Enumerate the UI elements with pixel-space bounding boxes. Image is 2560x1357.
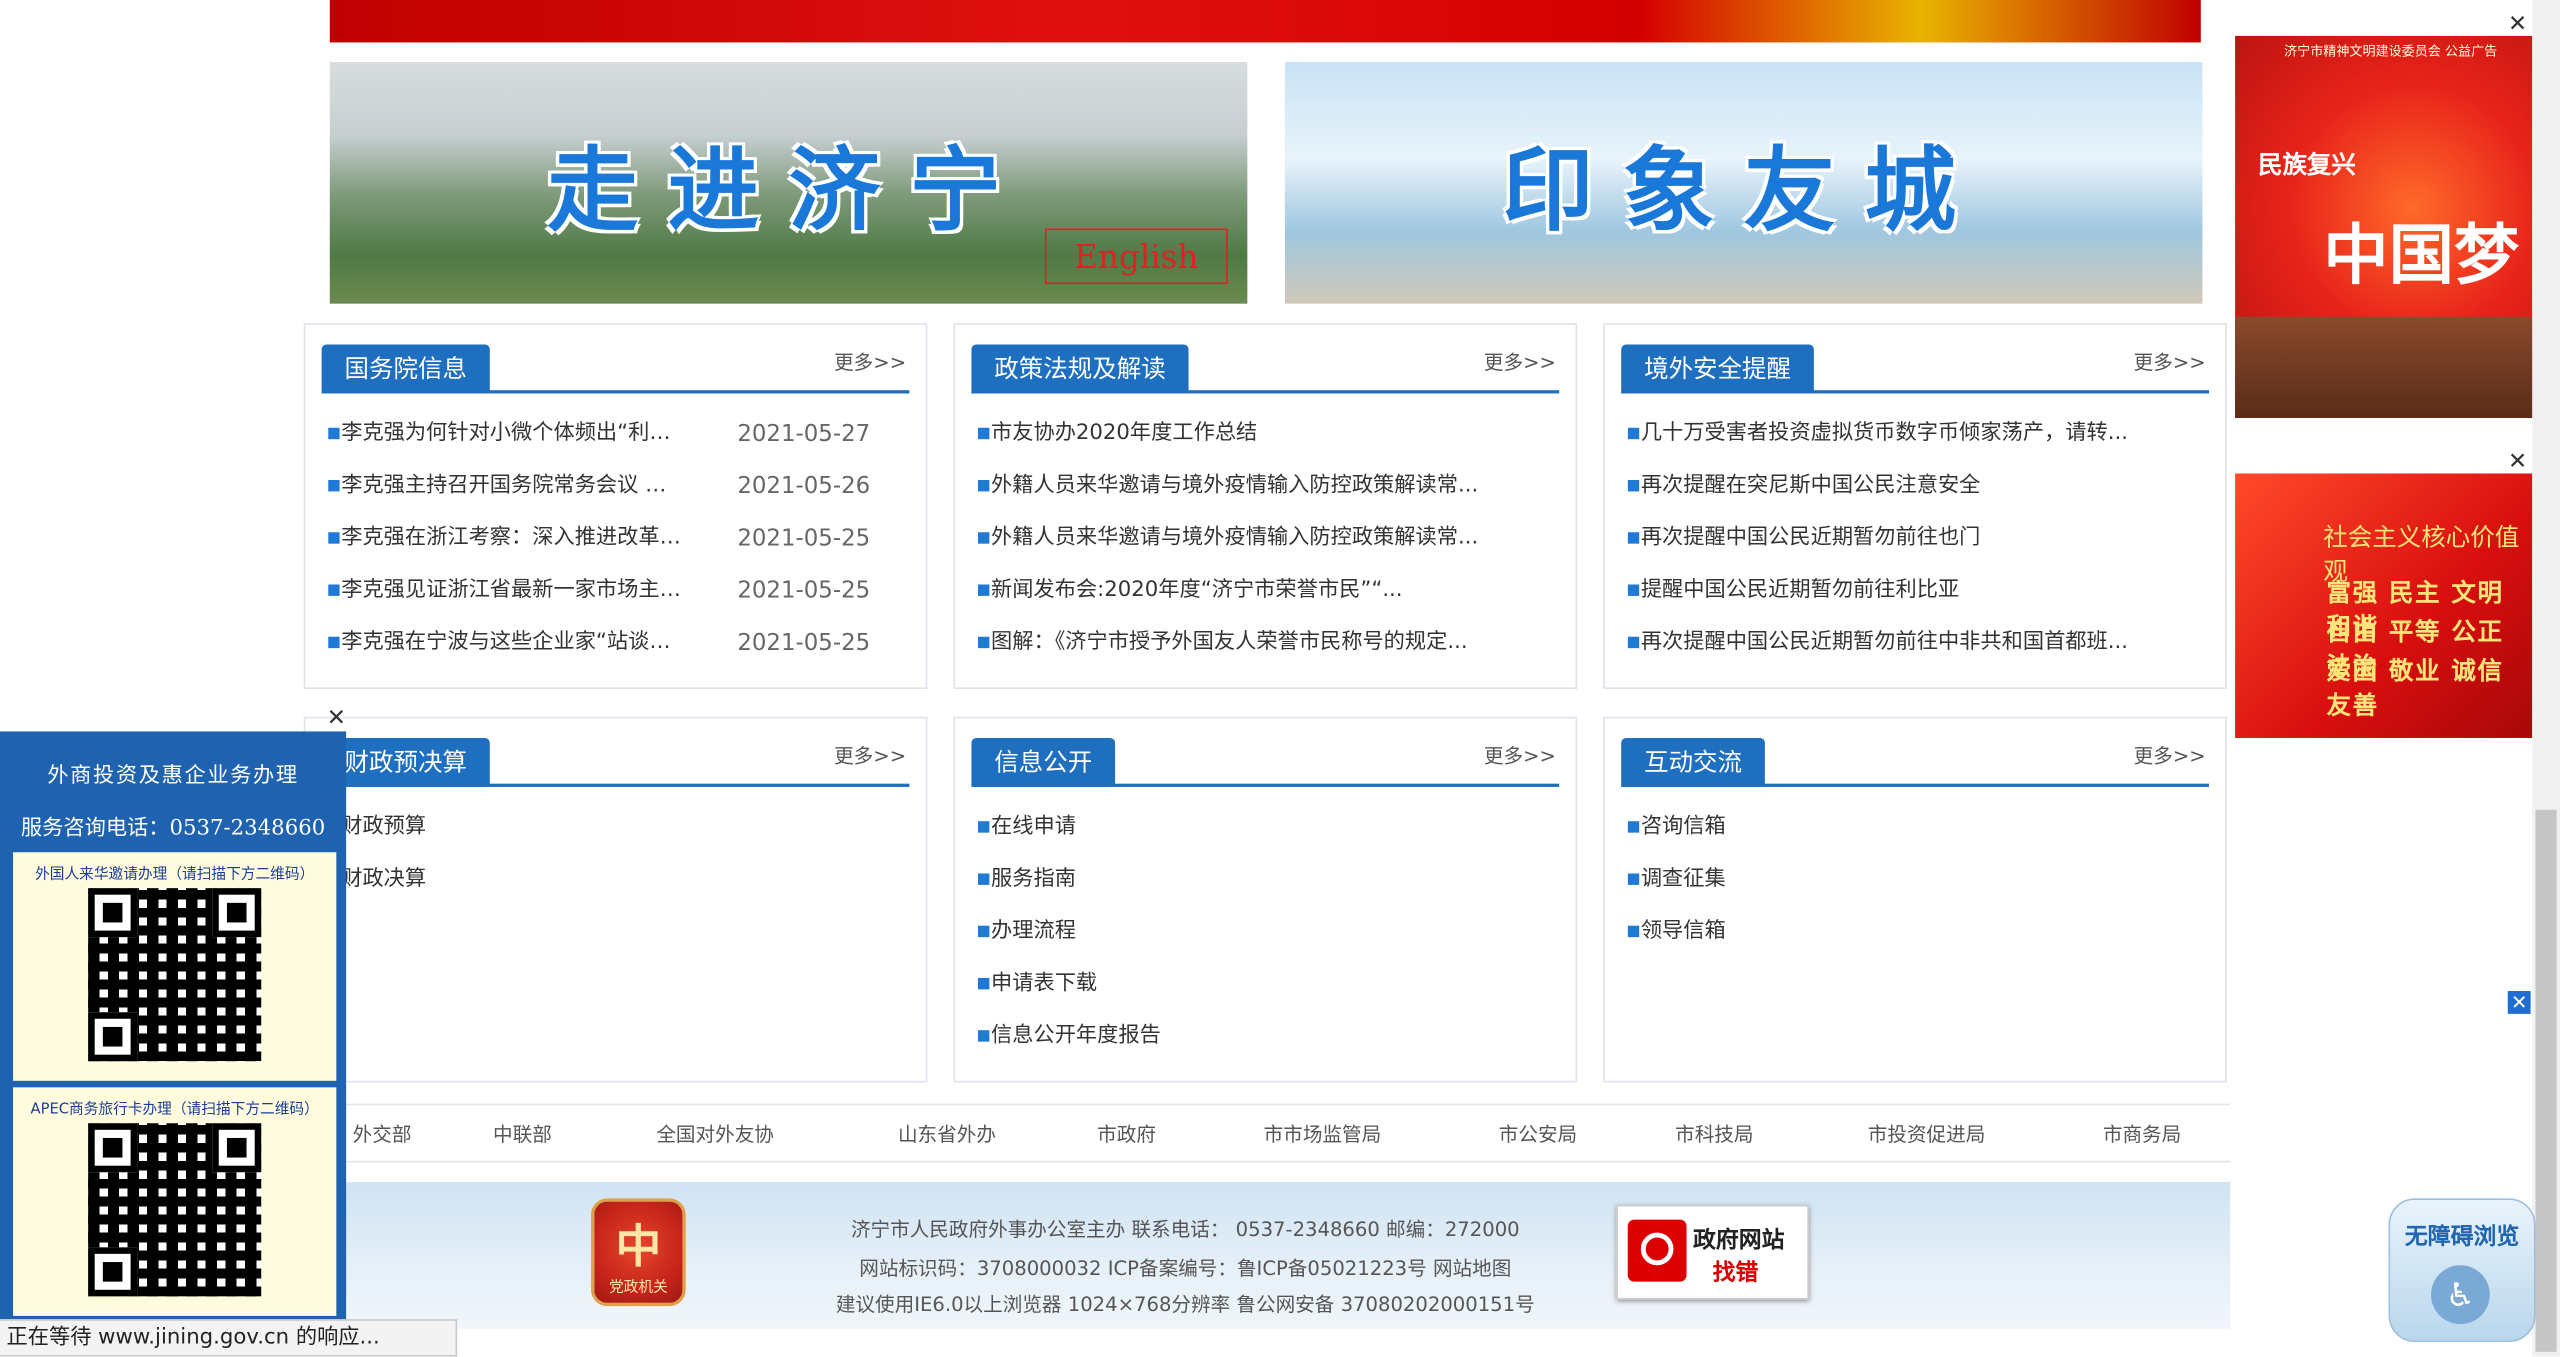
list-item[interactable]: 财政决算 bbox=[328, 862, 909, 914]
browser-status-bar: 正在等待 www.jining.gov.cn 的响应... bbox=[0, 1319, 458, 1357]
item-date: 2021-05-25 bbox=[737, 525, 871, 552]
double-chevron-icon: >> bbox=[873, 351, 907, 374]
footer: 中党政机关 济宁市人民政府外事办公室主办 联系电话： 0537-2348660 … bbox=[303, 1182, 2231, 1329]
panel-info-disclosure: 信息公开 更多>> 在线申请 服务指南 办理流程 申请表下载 信息公开年度报告 bbox=[953, 716, 1578, 1083]
list-item[interactable]: 再次提醒中国公民近期暂勿前往中非共和国首都班... bbox=[1627, 625, 2209, 677]
item-date: 2021-05-25 bbox=[737, 630, 871, 657]
more-link[interactable]: 更多>> bbox=[2134, 348, 2206, 376]
more-link[interactable]: 更多>> bbox=[2134, 741, 2206, 769]
list-item[interactable]: 财政预算 bbox=[328, 810, 909, 862]
more-link[interactable]: 更多>> bbox=[834, 348, 906, 376]
list-item[interactable]: 外籍人员来华邀请与境外疫情输入防控政策解读常... bbox=[977, 521, 1559, 573]
link-investment[interactable]: 市投资促进局 bbox=[1868, 1120, 1986, 1148]
top-banner-strip bbox=[329, 0, 2201, 43]
banner-friendship-cities[interactable]: 印象友城 bbox=[1284, 62, 2203, 304]
list-item[interactable]: 几十万受害者投资虚拟货币数字币倾家荡产，请转... bbox=[1627, 416, 2209, 468]
banner-enter-jining[interactable]: 走进济宁 English bbox=[329, 62, 1248, 304]
panel-policy: 政策法规及解读 更多>> 市友协办2020年度工作总结 外籍人员来华邀请与境外疫情… bbox=[953, 323, 1578, 689]
list-item[interactable]: 外籍人员来华邀请与境外疫情输入防控政策解读常... bbox=[977, 469, 1559, 521]
double-chevron-icon: >> bbox=[2172, 351, 2206, 374]
link-idcpc[interactable]: 中联部 bbox=[493, 1120, 552, 1148]
close-icon[interactable]: ✕ bbox=[2506, 13, 2529, 36]
panel-title[interactable]: 国务院信息 bbox=[321, 344, 490, 394]
panel-title[interactable]: 财政预决算 bbox=[321, 737, 490, 787]
panel-interaction: 互动交流 更多>> 咨询信箱 调查征集 领导信箱 bbox=[1603, 716, 2227, 1083]
qr-apec-box: APEC商务旅行卡办理（请扫描下方二维码） bbox=[13, 1087, 337, 1316]
gov-site-error-report-button[interactable]: 政府网站 找错 bbox=[1616, 1204, 1809, 1300]
double-chevron-icon: >> bbox=[873, 744, 907, 768]
link-cpaffc[interactable]: 全国对外友协 bbox=[656, 1120, 774, 1148]
ad-china-dream[interactable]: 济宁市精神文明建设委员会 公益广告 民族复兴 中国梦 bbox=[2235, 35, 2533, 418]
panel-budget: 财政预决算 更多>> 财政预算 财政决算 bbox=[303, 716, 928, 1083]
link-public-security[interactable]: 市公安局 bbox=[1499, 1120, 1577, 1148]
list-item[interactable]: 新闻发布会:2020年度“济宁市荣誉市民”“... bbox=[977, 573, 1559, 625]
link-city-gov[interactable]: 市政府 bbox=[1097, 1120, 1156, 1148]
list-item[interactable]: 咨询信箱 bbox=[1627, 810, 2209, 862]
list-item[interactable]: 市友协办2020年度工作总结 bbox=[977, 416, 1559, 468]
list-item[interactable]: 办理流程 bbox=[977, 914, 1559, 966]
list-item[interactable]: 再次提醒在突尼斯中国公民注意安全 bbox=[1627, 469, 2209, 521]
item-date: 2021-05-26 bbox=[737, 473, 871, 500]
list-item[interactable]: 调查征集 bbox=[1627, 862, 2209, 914]
float-phone: 服务咨询电话：0537-2348660 bbox=[20, 816, 326, 841]
footer-browser-line: 建议使用IE6.0以上浏览器 1024×768分辨率 鲁公网安备 3708020… bbox=[835, 1293, 1535, 1316]
great-wall-image bbox=[2235, 316, 2533, 418]
more-link[interactable]: 更多>> bbox=[1484, 741, 1556, 769]
list-item[interactable]: 申请表下载 bbox=[977, 967, 1559, 1019]
panel-overseas-safety: 境外安全提醒 更多>> 几十万受害者投资虚拟货币数字币倾家荡产，请转... 再次提… bbox=[1603, 323, 2227, 689]
double-chevron-icon: >> bbox=[1523, 744, 1556, 768]
list-item[interactable]: 李克强在浙江考察：深入推进改革 … 2021-05-25 bbox=[328, 521, 909, 573]
list-item[interactable]: 李克强见证浙江省最新一家市场主… 2021-05-25 bbox=[328, 573, 909, 625]
banner-friendship-cities-title: 印象友城 bbox=[1502, 137, 1986, 245]
close-icon[interactable]: ✕ bbox=[2506, 451, 2529, 474]
list-item[interactable]: 领导信箱 bbox=[1627, 914, 2209, 966]
double-chevron-icon: >> bbox=[1523, 351, 1556, 374]
footer-icp-line[interactable]: 网站标识码：3708000032 ICP备案编号：鲁ICP备05021223号 … bbox=[793, 1254, 1577, 1282]
more-link[interactable]: 更多>> bbox=[834, 741, 906, 769]
wheelchair-icon: ♿ bbox=[2431, 1265, 2490, 1325]
item-date: 2021-05-25 bbox=[737, 577, 871, 605]
panel-title[interactable]: 境外安全提醒 bbox=[1621, 344, 1814, 394]
scrollbar-thumb[interactable] bbox=[2535, 809, 2557, 1352]
list-item[interactable]: 图解：《济宁市授予外国友人荣誉市民称号的规定... bbox=[977, 625, 1559, 677]
close-icon[interactable]: ✕ bbox=[2507, 991, 2531, 1014]
party-gov-emblem[interactable]: 中党政机关 bbox=[591, 1198, 686, 1307]
link-shandong-fao[interactable]: 山东省外办 bbox=[898, 1120, 996, 1148]
friendly-links: 外交部 中联部 全国对外友协 山东省外办 市政府 市市场监管局 市公安局 市科技… bbox=[303, 1103, 2231, 1163]
qr-invite-box: 外国人来华邀请办理（请扫描下方二维码） bbox=[13, 852, 337, 1081]
link-commerce[interactable]: 市商务局 bbox=[2103, 1120, 2181, 1148]
panel-title[interactable]: 互动交流 bbox=[1621, 737, 1765, 787]
list-item[interactable]: 再次提醒中国公民近期暂勿前往也门 bbox=[1627, 521, 2209, 573]
link-science-tech[interactable]: 市科技局 bbox=[1675, 1120, 1753, 1148]
list-item[interactable]: 在线申请 bbox=[977, 810, 1559, 862]
link-mfa[interactable]: 外交部 bbox=[353, 1120, 412, 1148]
left-float-service: 外商投资及惠企业务办理 服务咨询电话：0537-2348660 外国人来华邀请办… bbox=[0, 731, 347, 1323]
qr-code-icon[interactable] bbox=[88, 888, 262, 1062]
double-chevron-icon: >> bbox=[2172, 744, 2206, 768]
link-market-regulation[interactable]: 市市场监管局 bbox=[1264, 1120, 1382, 1148]
ad-core-values[interactable]: 社会主义核心价值观 富强 民主 文明 和谐 自由 平等 公正 法治 爱国 敬业 … bbox=[2235, 473, 2533, 738]
item-date: 2021-05-27 bbox=[737, 421, 871, 448]
panel-title[interactable]: 政策法规及解读 bbox=[971, 344, 1189, 394]
list-item[interactable]: 李克强在宁波与这些企业家“站谈… 2021-05-25 bbox=[328, 625, 909, 677]
list-item[interactable]: 李克强主持召开国务院常务会议 部… 2021-05-26 bbox=[328, 469, 909, 521]
panel-state-council: 国务院信息 更多>> 李克强为何针对小微个体频出“利… 2021-05-27 李克强… bbox=[303, 323, 928, 689]
float-title: 外商投资及惠企业务办理 bbox=[47, 764, 299, 789]
list-item[interactable]: 提醒中国公民近期暂勿前往利比亚 bbox=[1627, 573, 2209, 625]
list-item[interactable]: 信息公开年度报告 bbox=[977, 1019, 1559, 1071]
qr-code-icon[interactable] bbox=[88, 1123, 262, 1297]
english-link[interactable]: English bbox=[1044, 228, 1228, 285]
close-icon[interactable]: ✕ bbox=[325, 707, 348, 730]
footer-host-line: 济宁市人民政府外事办公室主办 联系电话： 0537-2348660 邮编：272… bbox=[850, 1217, 1520, 1241]
magnifier-icon bbox=[1627, 1219, 1687, 1282]
accessibility-button[interactable]: 无障碍浏览 ♿ bbox=[2388, 1198, 2536, 1343]
more-link[interactable]: 更多>> bbox=[1484, 348, 1556, 376]
list-item[interactable]: 服务指南 bbox=[977, 862, 1559, 914]
list-item[interactable]: 李克强为何针对小微个体频出“利… 2021-05-27 bbox=[328, 416, 909, 468]
panel-title[interactable]: 信息公开 bbox=[971, 737, 1116, 787]
